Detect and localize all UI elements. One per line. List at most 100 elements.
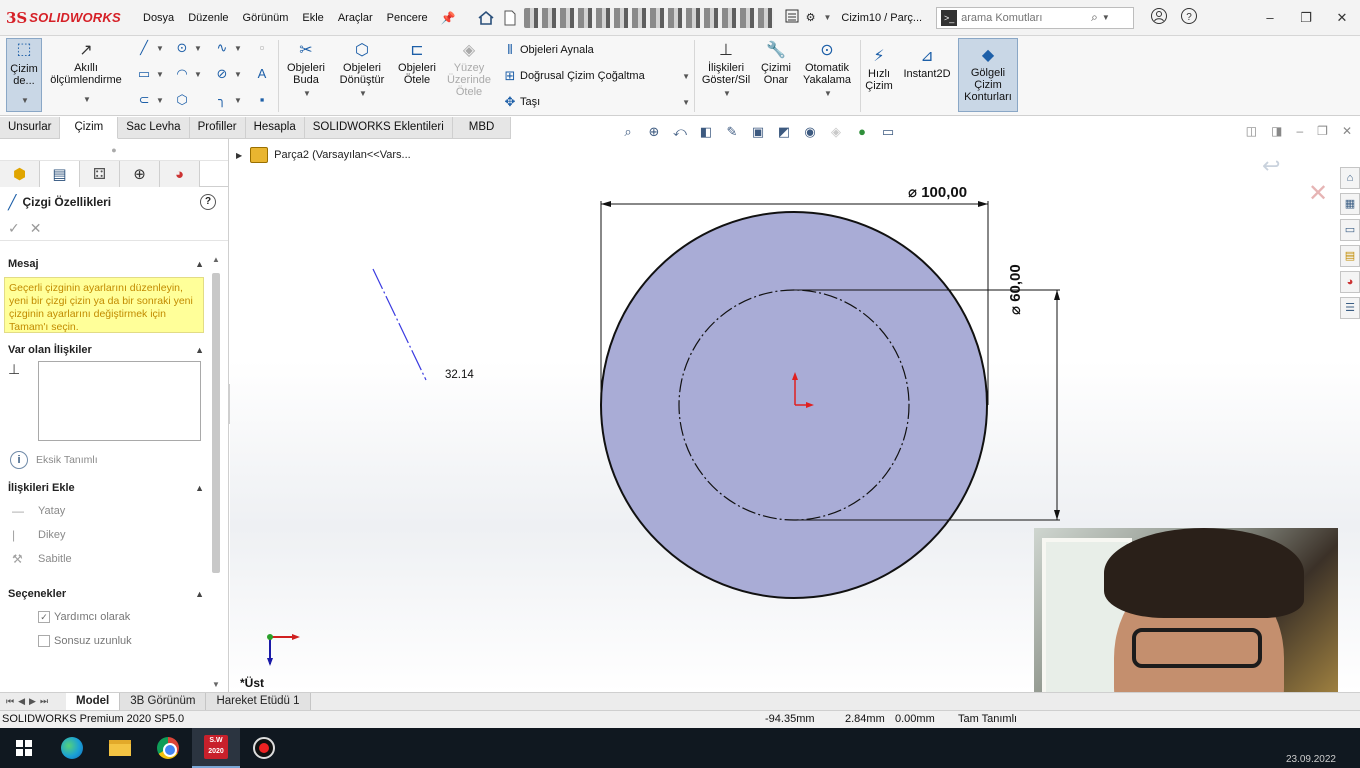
view-palette-icon[interactable]: ▤ [1340, 245, 1360, 267]
home-icon[interactable] [476, 8, 496, 28]
chevron-down-icon[interactable]: ▼ [194, 44, 202, 53]
next-tab-icon[interactable]: ▶ [29, 696, 36, 707]
relation-fix[interactable]: ⚒ Sabitle [0, 547, 208, 571]
menu-view[interactable]: Görünüm [236, 12, 296, 24]
display-manager-tab-icon[interactable]: ◕ [160, 161, 200, 187]
panel-scrollbar[interactable]: ▲ ▼ [210, 255, 222, 689]
slot-tool[interactable]: ⊂ ▼ [134, 92, 164, 108]
new-document-icon[interactable] [500, 8, 520, 28]
for-construction-option[interactable]: ✓ Yardımcı olarak [0, 605, 208, 629]
ok-button[interactable]: ✓ [8, 220, 20, 237]
close-icon[interactable]: ✕ [1324, 10, 1360, 26]
circle-tool[interactable]: ⊙ ▼ [172, 40, 202, 56]
quick-access-icons-blurred[interactable] [523, 7, 774, 28]
surface-tool[interactable]: ▫ [252, 40, 272, 55]
scroll-down-icon[interactable]: ▼ [210, 680, 222, 689]
tab-mbd[interactable]: MBD [452, 117, 512, 139]
tab-sketch[interactable]: Çizim [60, 117, 119, 139]
chevron-down-icon[interactable]: ▼ [9, 95, 41, 107]
tab-3d-views[interactable]: 3B Görünüm [120, 693, 207, 710]
instant2d-button[interactable]: ⊿ Instant2D [900, 46, 954, 81]
polygon-tool[interactable]: ⬡ [172, 92, 192, 108]
chevron-down-icon[interactable]: ▼ [700, 88, 754, 100]
feature-manager-tab-icon[interactable]: ⬢ [0, 161, 40, 187]
point-tool[interactable]: ▪ [252, 92, 272, 107]
existing-relations-header[interactable]: Var olan İlişkiler ▲ [0, 339, 208, 361]
help-icon[interactable]: ? [200, 194, 216, 210]
chevron-down-icon[interactable]: ▼ [682, 98, 690, 107]
first-tab-icon[interactable]: ⏮ [6, 696, 14, 707]
search-icon[interactable]: ⌕ [1091, 10, 1098, 25]
quick-snaps-button[interactable]: ⊙ Otomatik Yakalama ▼ [798, 40, 856, 100]
taskbar-recorder[interactable] [240, 728, 288, 768]
chevron-down-icon[interactable]: ▼ [823, 13, 831, 22]
menu-window[interactable]: Pencere [380, 12, 435, 24]
menu-tools[interactable]: Araçlar [331, 12, 380, 24]
convert-entities-button[interactable]: ⬡ Objeleri Dönüştür ▼ [334, 40, 390, 100]
chevron-up-icon[interactable]: ▲ [195, 259, 204, 269]
design-library-icon[interactable]: ▦ [1340, 193, 1360, 215]
prev-tab-icon[interactable]: ◀ [18, 696, 25, 707]
message-section-header[interactable]: Mesaj ▲ [0, 253, 208, 275]
file-explorer-icon[interactable]: ▭ [1340, 219, 1360, 241]
relation-horizontal[interactable]: — Yatay [0, 499, 208, 523]
search-dropdown-icon[interactable]: ▼ [1102, 13, 1110, 22]
rapid-sketch-button[interactable]: ⚡ Hızlı Çizim [862, 46, 896, 93]
options-header[interactable]: Seçenekler ▲ [0, 583, 208, 605]
viewport-split-icon[interactable]: ◨ [1271, 124, 1282, 138]
configuration-manager-tab-icon[interactable]: ⚃ [80, 161, 120, 187]
pin-icon[interactable]: 📌 [441, 11, 456, 25]
linear-pattern-button[interactable]: ⊞ Doğrusal Çizim Çoğaltma ▼ [500, 68, 690, 84]
chevron-down-icon[interactable]: ▼ [682, 72, 690, 81]
chevron-down-icon[interactable]: ▼ [156, 44, 164, 53]
chevron-down-icon[interactable]: ▼ [194, 70, 202, 79]
chevron-down-icon[interactable]: ▼ [156, 96, 164, 105]
for-construction-checkbox[interactable]: ✓ [38, 611, 50, 623]
dimxpert-tab-icon[interactable]: ⊕ [120, 161, 160, 187]
trim-button[interactable]: ✂ Objeleri Buda ▼ [282, 40, 330, 100]
offset-entities-button[interactable]: ⊏ Objeleri Ötele [394, 40, 440, 87]
search-input[interactable] [961, 11, 1092, 24]
arc-tool[interactable]: ◠ ▼ [172, 66, 202, 82]
menu-insert[interactable]: Ekle [295, 12, 330, 24]
tab-model[interactable]: Model [66, 693, 121, 710]
chevron-down-icon[interactable]: ▼ [800, 88, 856, 100]
tab-profiles[interactable]: Profiller [189, 117, 246, 139]
scroll-up-icon[interactable]: ▲ [210, 255, 222, 264]
line-tool[interactable]: ╱ ▼ [134, 40, 164, 56]
chevron-up-icon[interactable]: ▲ [195, 345, 204, 355]
viewport-single-icon[interactable]: ◫ [1246, 124, 1257, 138]
chevron-up-icon[interactable]: ▲ [195, 483, 204, 493]
gear-icon[interactable]: ⚙ [806, 11, 816, 24]
tab-motion-study[interactable]: Hareket Etüdü 1 [206, 693, 311, 710]
chevron-up-icon[interactable]: ▲ [195, 589, 204, 599]
scroll-thumb[interactable] [212, 273, 220, 573]
chevron-down-icon[interactable]: ▼ [234, 44, 242, 53]
restore-icon[interactable]: ❐ [1288, 10, 1324, 26]
sketch-button[interactable]: ⬚ Çizim de... ▼ [6, 38, 42, 112]
move-entities-button[interactable]: ✥ Taşı ▼ [500, 94, 690, 110]
start-button[interactable] [0, 728, 48, 768]
tab-features[interactable]: Unsurlar [0, 117, 61, 139]
menu-file[interactable]: Dosya [136, 12, 181, 24]
outer-diameter-dimension[interactable]: ⌀ 100,00 [908, 183, 967, 201]
tab-addins[interactable]: SOLIDWORKS Eklentileri [304, 117, 453, 139]
confirmation-corner-exit-icon[interactable]: ↩ [1262, 153, 1280, 179]
infinite-length-option[interactable]: Sonsuz uzunluk [0, 629, 208, 653]
chevron-down-icon[interactable]: ▼ [284, 88, 330, 100]
display-delete-relations-button[interactable]: ⊥ İlişkileri Göster/Sil ▼ [698, 40, 754, 100]
inner-diameter-dimension[interactable]: ⌀ 60,00 [1006, 235, 1024, 315]
appearances-icon[interactable]: ◕ [1340, 271, 1360, 293]
taskbar-chrome[interactable] [144, 728, 192, 768]
taskbar-file-explorer[interactable] [96, 728, 144, 768]
spline-tool[interactable]: ∿ ▼ [212, 40, 242, 56]
chevron-down-icon[interactable]: ▼ [336, 88, 390, 100]
ellipse-tool[interactable]: ⊘ ▼ [212, 66, 242, 82]
taskbar-edge[interactable] [48, 728, 96, 768]
viewport-minimize-icon[interactable]: – [1296, 124, 1303, 138]
infinite-length-checkbox[interactable] [38, 635, 50, 647]
chevron-down-icon[interactable]: ▼ [234, 96, 242, 105]
text-tool[interactable]: A [252, 66, 272, 81]
solidworks-resources-icon[interactable]: ⌂ [1340, 167, 1360, 189]
shaded-sketch-contours-button[interactable]: ◆ Gölgeli Çizim Konturları [958, 38, 1018, 112]
